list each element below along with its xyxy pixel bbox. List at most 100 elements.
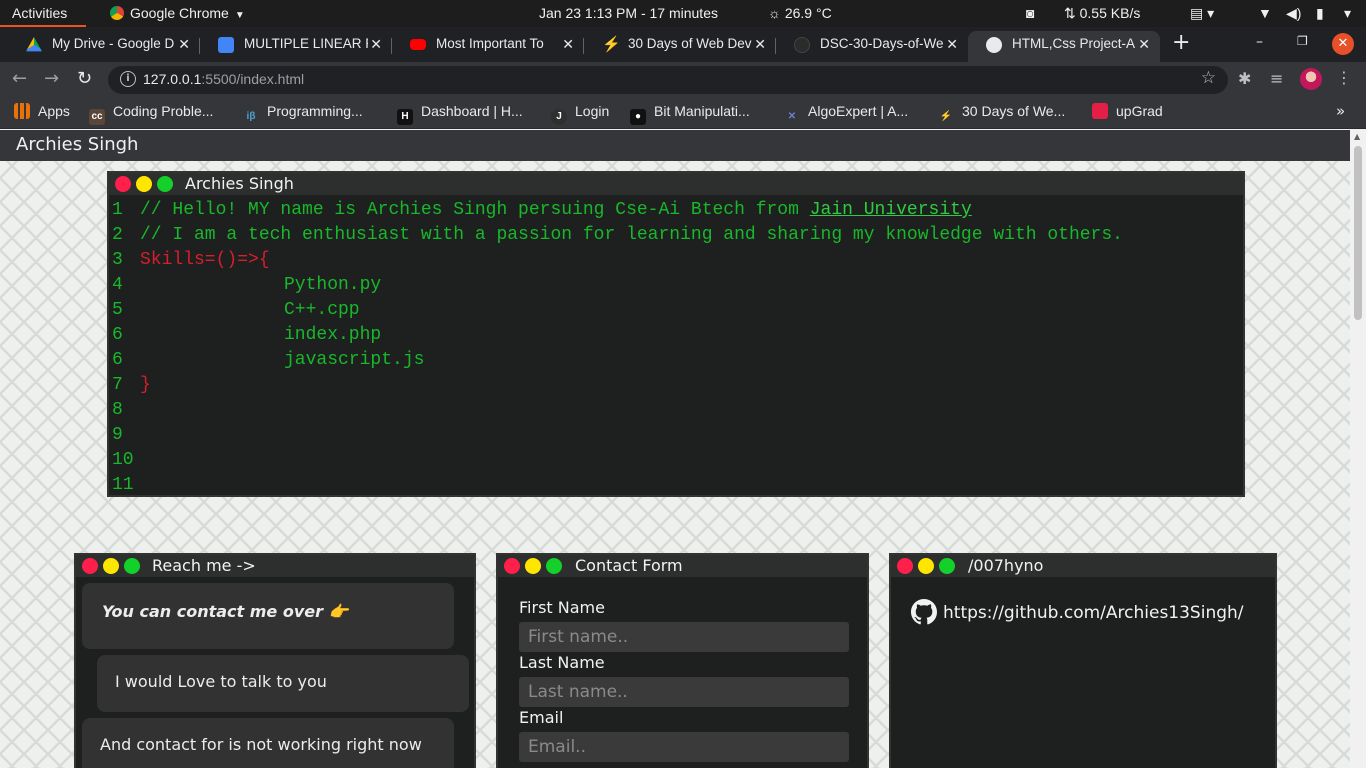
volume-icon[interactable]: ◀) <box>1286 0 1301 27</box>
bookmark-label: 30 Days of We... <box>962 103 1066 119</box>
updown-arrows-icon: ⇅ <box>1064 5 1080 21</box>
code-text: Skills=()=>{ <box>140 250 270 270</box>
new-tab-button[interactable]: + <box>1172 30 1190 55</box>
email-label: Email <box>519 708 564 727</box>
first-name-label: First Name <box>519 598 605 617</box>
minimize-dot-icon <box>136 176 152 192</box>
info-icon[interactable]: i <box>120 71 136 87</box>
close-tab-icon[interactable]: ✕ <box>178 31 190 57</box>
bookmark-login[interactable]: J Login <box>551 103 609 125</box>
tab-dsc-github[interactable]: DSC-30-Days-of-We ✕ <box>776 31 968 62</box>
activities-button[interactable]: Activities <box>0 0 86 27</box>
forward-arrow-icon[interactable]: → <box>44 68 59 89</box>
line-number: 6 <box>112 350 123 370</box>
tab-title: DSC-30-Days-of-We <box>820 36 944 51</box>
code-line: 9 <box>112 423 1243 448</box>
bookmark-upgrad[interactable]: upGrad <box>1092 103 1163 119</box>
tab-multiple-linear[interactable]: MULTIPLE LINEAR R ✕ <box>200 31 392 62</box>
code-text: C++.cpp <box>284 300 360 320</box>
code-text: // I am a tech enthusiast with a passion… <box>140 225 1123 245</box>
close-tab-icon[interactable]: ✕ <box>754 31 766 57</box>
close-dot-icon <box>115 176 131 192</box>
page-scrollbar[interactable]: ▲ <box>1350 130 1366 768</box>
line-number: 8 <box>112 400 123 420</box>
scrollbar-thumb[interactable] <box>1354 146 1362 320</box>
minimize-dot-icon <box>918 558 934 574</box>
close-dot-icon <box>504 558 520 574</box>
tab-30-days-web-dev[interactable]: ⚡ 30 Days of Web Dev ✕ <box>584 31 776 62</box>
media-controls-icon[interactable]: ≡ <box>1270 69 1283 88</box>
code-line: 6 index.php <box>112 323 1243 348</box>
bookmark-programming[interactable]: iβ Programming... <box>243 103 363 125</box>
lightning-icon: ⚡ <box>939 111 953 122</box>
site-header: Archies Singh <box>0 130 1350 161</box>
bookmark-label: AlgoExpert | A... <box>808 103 909 119</box>
close-dot-icon <box>82 558 98 574</box>
github-icon <box>794 37 810 53</box>
email-input[interactable] <box>519 732 849 762</box>
bookmark-30-days[interactable]: ⚡ 30 Days of We... <box>938 103 1065 125</box>
extensions-puzzle-icon[interactable]: ✱ <box>1238 69 1251 88</box>
bookmark-star-icon[interactable]: ☆ <box>1201 68 1216 88</box>
camera-icon[interactable]: ◙ <box>1026 0 1034 27</box>
tab-html-css-project[interactable]: HTML,Css Project-A ✕ <box>968 31 1160 62</box>
restore-window-icon[interactable]: ❐ <box>1297 34 1308 48</box>
line-number: 9 <box>112 425 123 445</box>
tab-youtube[interactable]: Most Important To ✕ <box>392 31 584 62</box>
wifi-icon[interactable]: ▼ <box>1258 0 1272 27</box>
window-title: Contact Form <box>575 556 683 575</box>
google-docs-icon <box>218 37 234 53</box>
window-title-bar: Contact Form <box>498 555 867 577</box>
more-menu-icon[interactable]: ⋮ <box>1336 68 1352 87</box>
maximize-dot-icon <box>157 176 173 192</box>
first-name-input[interactable] <box>519 622 849 652</box>
tab-my-drive[interactable]: My Drive - Google D ✕ <box>8 31 200 62</box>
code-line: 5 C++.cpp <box>112 298 1243 323</box>
apps-grid-icon <box>14 103 30 119</box>
bookmark-dashboard[interactable]: H Dashboard | H... <box>397 103 523 125</box>
close-tab-icon[interactable]: ✕ <box>370 31 382 57</box>
close-tab-icon[interactable]: ✕ <box>562 31 574 57</box>
bookmark-label: Coding Proble... <box>113 103 214 119</box>
network-speed[interactable]: ⇅ 0.55 KB/s <box>1064 0 1140 27</box>
bookmark-bit-manipulation[interactable]: ● Bit Manipulati... <box>630 103 750 125</box>
bookmark-algoexpert[interactable]: ✕ AlgoExpert | A... <box>784 103 908 125</box>
app-menu[interactable]: Google Chrome ▼ <box>110 0 245 27</box>
close-window-icon[interactable]: ✕ <box>1332 33 1354 55</box>
bookmark-coding-problems[interactable]: cc Coding Proble... <box>89 103 213 125</box>
url-text[interactable]: 127.0.0.1:5500/index.html <box>143 71 304 87</box>
close-tab-icon[interactable]: ✕ <box>946 31 958 57</box>
github-icon[interactable] <box>911 599 937 625</box>
line-number: 1 <box>112 200 123 220</box>
weather-indicator[interactable]: ☼ 26.9 °C <box>768 0 832 27</box>
address-bar[interactable]: i 127.0.0.1:5500/index.html ☆ <box>108 66 1228 94</box>
github-profile-link[interactable]: https://github.com/Archies13Singh/ <box>943 603 1244 623</box>
reload-icon[interactable]: ↻ <box>77 68 92 89</box>
more-bookmarks-chevron-icon[interactable]: » <box>1336 102 1345 120</box>
bookmark-label: upGrad <box>1116 103 1163 119</box>
last-name-input[interactable] <box>519 677 849 707</box>
minimize-window-icon[interactable]: – <box>1256 34 1263 50</box>
bookmark-label: Apps <box>38 103 70 119</box>
jain-university-link[interactable]: Jain University <box>810 200 972 220</box>
battery-icon[interactable]: ▮ <box>1316 0 1324 27</box>
back-arrow-icon[interactable]: ← <box>12 68 27 89</box>
bookmark-apps[interactable]: Apps <box>14 103 70 119</box>
code-editor: 1 // Hello! MY name is Archies Singh pers… <box>112 198 1243 498</box>
scroll-up-arrow-icon[interactable]: ▲ <box>1354 132 1360 141</box>
close-tab-icon[interactable]: ✕ <box>1138 31 1150 57</box>
bookmark-label: Login <box>575 103 610 119</box>
last-name-label: Last Name <box>519 653 605 672</box>
code-line: 6 javascript.js <box>112 348 1243 373</box>
sun-icon: ☼ <box>768 5 781 21</box>
upgrad-icon <box>1092 103 1108 119</box>
clipboard-icon[interactable]: ▤ ▾ <box>1190 0 1214 27</box>
code-text: index.php <box>284 325 382 345</box>
clock[interactable]: Jan 23 1:13 PM - 17 minutes <box>539 0 718 27</box>
browser-toolbar: ← → ↻ i 127.0.0.1:5500/index.html ☆ <box>0 62 1366 96</box>
maximize-dot-icon <box>939 558 955 574</box>
system-menu-chevron-icon[interactable]: ▾ <box>1344 0 1351 27</box>
tab-title: My Drive - Google D <box>52 36 175 51</box>
profile-avatar[interactable] <box>1300 68 1322 90</box>
codechef-icon: cc <box>89 109 105 125</box>
